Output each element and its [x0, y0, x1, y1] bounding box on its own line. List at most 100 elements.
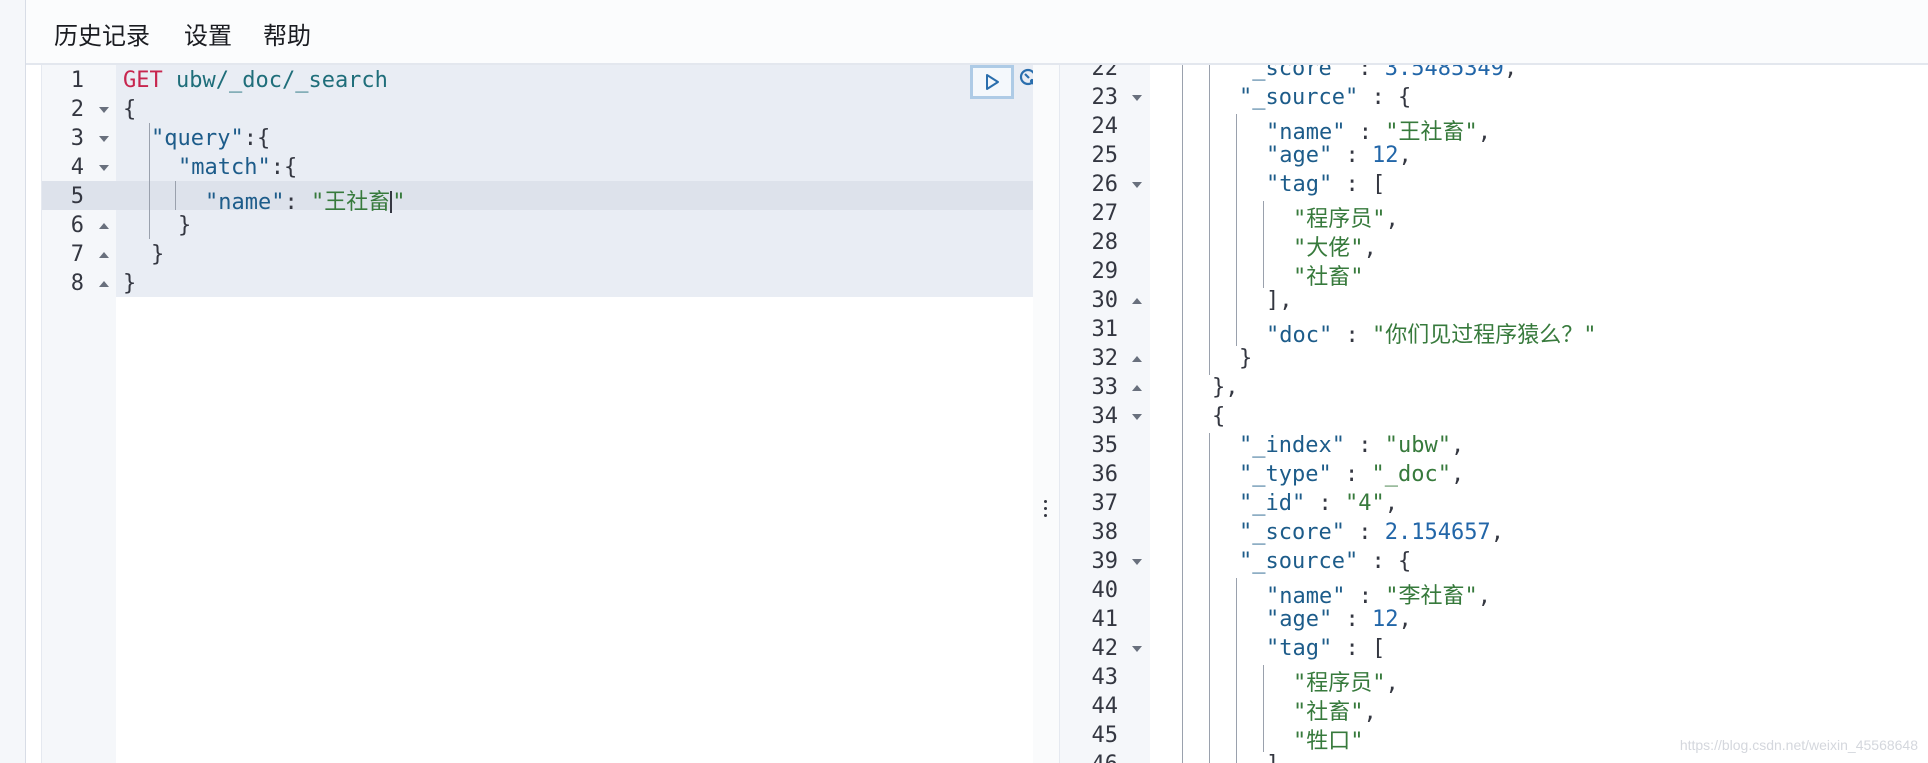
fold-toggle-icon[interactable] — [1132, 646, 1142, 652]
response-line: "age" : 12, — [1266, 607, 1412, 632]
request-line-number: 2 — [70, 97, 84, 122]
response-line-number: 29 — [1091, 259, 1119, 284]
indent-guide — [1209, 665, 1210, 694]
indent-guide — [1209, 723, 1210, 752]
response-line: "_source" : { — [1239, 85, 1412, 110]
unfold-toggle-icon[interactable] — [99, 281, 109, 287]
top-menu-bar: 历史记录 设置 帮助 — [26, 0, 1928, 65]
request-line-7: } — [151, 242, 165, 267]
response-line-number: 27 — [1091, 201, 1119, 226]
indent-guide — [1209, 578, 1210, 607]
response-line-number: 44 — [1091, 694, 1119, 719]
indent-guide — [1209, 694, 1210, 723]
indent-guide — [1182, 375, 1183, 404]
response-line: ], — [1266, 288, 1293, 313]
indent-guide — [1182, 404, 1183, 433]
unfold-toggle-icon[interactable] — [1132, 356, 1142, 362]
indent-guide — [1209, 65, 1210, 85]
indent-guide — [1182, 520, 1183, 549]
indent-guide — [1209, 549, 1210, 578]
indent-guide — [1236, 723, 1237, 752]
indent-guide — [175, 181, 176, 210]
request-line-number: 5 — [70, 184, 84, 209]
response-line-number: 25 — [1091, 143, 1119, 168]
response-line-number: 34 — [1091, 404, 1119, 429]
indent-guide — [1236, 288, 1237, 317]
menu-help[interactable]: 帮助 — [263, 16, 311, 51]
indent-guide — [1182, 433, 1183, 462]
indent-guide — [1236, 114, 1237, 143]
request-line-number: 8 — [70, 271, 84, 296]
unfold-toggle-icon[interactable] — [99, 252, 109, 258]
request-line-8: } — [123, 271, 137, 296]
request-line-1: GET ubw/_doc/_search — [123, 68, 388, 93]
watermark: https://blog.csdn.net/weixin_45568648 — [1679, 737, 1918, 753]
indent-guide — [1182, 723, 1183, 752]
run-request-button[interactable] — [970, 65, 1014, 99]
fold-toggle-icon[interactable] — [99, 107, 109, 113]
indent-guide — [1236, 172, 1237, 201]
indent-guide — [1182, 346, 1183, 375]
indent-guide — [1182, 462, 1183, 491]
indent-guide — [1182, 607, 1183, 636]
request-editor[interactable]: 1 2 3 4 5 6 7 8 GET ubw/_doc/_search { "query":… — [41, 65, 1034, 763]
unfold-toggle-icon[interactable] — [99, 223, 109, 229]
fold-toggle-icon[interactable] — [99, 165, 109, 171]
response-line-number: 37 — [1091, 491, 1119, 516]
indent-guide — [1182, 172, 1183, 201]
fold-toggle-icon[interactable] — [1132, 95, 1142, 101]
indent-guide — [1182, 65, 1183, 85]
indent-guide — [1182, 752, 1183, 763]
response-line: "_index" : "ubw", — [1239, 433, 1465, 458]
indent-guide — [1182, 665, 1183, 694]
response-line: "name" : "李社畜", — [1266, 584, 1491, 609]
indent-guide — [1182, 578, 1183, 607]
indent-guide — [1236, 317, 1237, 346]
response-line-number: 40 — [1091, 578, 1119, 603]
indent-guide — [1209, 636, 1210, 665]
response-line: "社畜" — [1293, 265, 1364, 290]
unfold-toggle-icon[interactable] — [1132, 385, 1142, 391]
response-line: }, — [1212, 375, 1239, 400]
menu-history[interactable]: 历史记录 — [54, 16, 150, 51]
indent-guide — [1182, 85, 1183, 114]
wrench-icon[interactable] — [1018, 67, 1034, 101]
response-viewer[interactable]: 22 "_score" : 3.5485349, 23 "_source" : {24… — [1059, 65, 1928, 763]
pane-resizer[interactable] — [1033, 65, 1059, 763]
response-line-number: 43 — [1091, 665, 1119, 690]
response-line: "_type" : "_doc", — [1239, 462, 1465, 487]
indent-guide — [1236, 665, 1237, 694]
indent-guide — [1209, 520, 1210, 549]
response-line-number: 22 — [1091, 65, 1119, 81]
drag-handle-icon[interactable] — [1044, 500, 1048, 521]
fold-toggle-icon[interactable] — [1132, 414, 1142, 420]
indent-guide — [1182, 201, 1183, 230]
menu-settings[interactable]: 设置 — [184, 16, 232, 51]
response-line-number: 45 — [1091, 723, 1119, 748]
indent-guide — [1209, 143, 1210, 172]
request-line-6: } — [178, 213, 192, 238]
request-url: ubw/_doc/_search — [176, 68, 388, 93]
response-line: "tag" : [ — [1266, 636, 1386, 661]
indent-guide — [1182, 288, 1183, 317]
indent-guide — [1209, 317, 1210, 346]
indent-guide — [1236, 259, 1237, 288]
response-line: "牲口" — [1293, 729, 1364, 754]
fold-toggle-icon[interactable] — [1132, 182, 1142, 188]
indent-guide — [1236, 201, 1237, 230]
response-line: "tag" : [ — [1266, 172, 1386, 197]
indent-guide — [1182, 114, 1183, 143]
indent-guide — [1209, 259, 1210, 288]
response-line: "程序员", — [1293, 207, 1399, 232]
http-method: GET — [123, 68, 163, 93]
fold-toggle-icon[interactable] — [99, 136, 109, 142]
response-line: } — [1239, 346, 1253, 371]
response-line: "age" : 12, — [1266, 143, 1412, 168]
response-line-number: 23 — [1091, 85, 1119, 110]
fold-toggle-icon[interactable] — [1132, 559, 1142, 565]
active-line-highlight — [42, 181, 1034, 210]
unfold-toggle-icon[interactable] — [1132, 298, 1142, 304]
indent-guide — [1209, 491, 1210, 520]
response-line-number: 26 — [1091, 172, 1119, 197]
response-line-number: 38 — [1091, 520, 1119, 545]
